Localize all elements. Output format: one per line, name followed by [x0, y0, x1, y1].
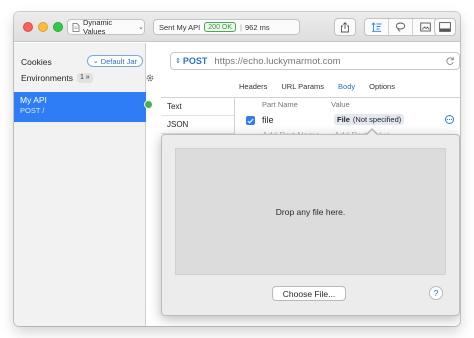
checkmark-icon [247, 116, 254, 126]
request-view-toggle[interactable] [365, 19, 389, 35]
more-options-icon[interactable] [445, 115, 454, 124]
status-code-badge: 200 OK [204, 22, 237, 32]
api-method-path: POST / [20, 106, 45, 115]
sidebar: Cookies ⌄ Default Jar Environments 1 » M… [14, 43, 154, 326]
environments-label: Environments [21, 73, 73, 83]
view-toggle-group [364, 18, 438, 36]
toolbar: Dynamic Values ⌄ Sent My API 200 OK | 96… [14, 12, 460, 42]
part-enabled-checkbox[interactable] [246, 116, 255, 125]
popover-arrow-fill [366, 129, 378, 136]
document-icon [72, 22, 80, 32]
value-type-label: File [337, 115, 350, 124]
share-icon [340, 21, 350, 33]
request-tabs: Headers URL Params Body Options [239, 82, 409, 91]
gear-icon[interactable] [145, 73, 155, 83]
lasso-toggle[interactable] [389, 19, 413, 35]
cookies-label: Cookies [21, 57, 52, 67]
layout-panel-icon [439, 22, 451, 32]
chevron-down-icon: ⌄ [92, 58, 99, 65]
environments-row[interactable]: Environments 1 » [21, 72, 155, 84]
chevron-updown-icon: ⇕ [175, 58, 181, 65]
minimize-window-button[interactable] [38, 22, 48, 32]
request-status-display: Sent My API 200 OK | 962 ms [153, 19, 300, 35]
method-selector[interactable]: POST [183, 56, 208, 66]
cookies-row: Cookies ⌄ Default Jar [21, 55, 143, 68]
status-separator: | [240, 22, 242, 32]
choose-file-button[interactable]: Choose File... [272, 286, 346, 301]
value-text: (Not specified) [352, 115, 402, 124]
api-name: My API [20, 95, 47, 105]
picture-icon [419, 22, 431, 32]
file-picker-popover: Drop any file here. Choose File... ? [161, 134, 460, 316]
layout-toggle-button[interactable] [434, 18, 456, 36]
dynamic-values-label: Dynamic Values [83, 18, 113, 36]
status-sent-text: Sent My API [159, 22, 201, 32]
tab-headers[interactable]: Headers [239, 82, 267, 91]
tab-options[interactable]: Options [369, 82, 395, 91]
url-input[interactable]: https://echo.luckymarmot.com [214, 56, 340, 67]
drop-zone-text: Drop any file here. [275, 206, 346, 217]
body-type-json[interactable]: JSON [161, 116, 234, 134]
help-button[interactable]: ? [429, 286, 443, 300]
chevron-down-icon: ⌄ [138, 24, 144, 31]
reload-icon[interactable] [445, 56, 455, 66]
environments-count-badge[interactable]: 1 » [76, 73, 93, 83]
default-jar-label: Default Jar [100, 56, 137, 66]
sidebar-item-my-api[interactable]: My API POST / [14, 92, 153, 122]
default-jar-dropdown[interactable]: ⌄ Default Jar [86, 55, 143, 67]
share-button[interactable] [334, 18, 356, 36]
status-dot-icon [144, 100, 153, 109]
maximize-window-button[interactable] [53, 22, 63, 32]
sort-icon [371, 22, 382, 32]
status-duration: 962 ms [244, 22, 270, 32]
tab-body[interactable]: Body [338, 82, 355, 91]
part-value-field[interactable]: File (Not specified) [334, 114, 405, 125]
url-bar: ⇕ POST https://echo.luckymarmot.com [170, 52, 460, 70]
file-drop-zone[interactable]: Drop any file here. [175, 148, 446, 275]
body-type-text[interactable]: Text [161, 98, 234, 116]
lasso-icon [395, 22, 406, 32]
close-window-button[interactable] [23, 22, 33, 32]
tab-url-params[interactable]: URL Params [281, 82, 324, 91]
app-window: Dynamic Values ⌄ Sent My API 200 OK | 96… [14, 12, 460, 326]
dynamic-values-dropdown[interactable]: Dynamic Values ⌄ [67, 18, 145, 36]
part-name-field[interactable]: file [262, 115, 274, 125]
column-header-part-name: Part Name [262, 100, 298, 109]
column-header-value: Value [331, 100, 350, 109]
